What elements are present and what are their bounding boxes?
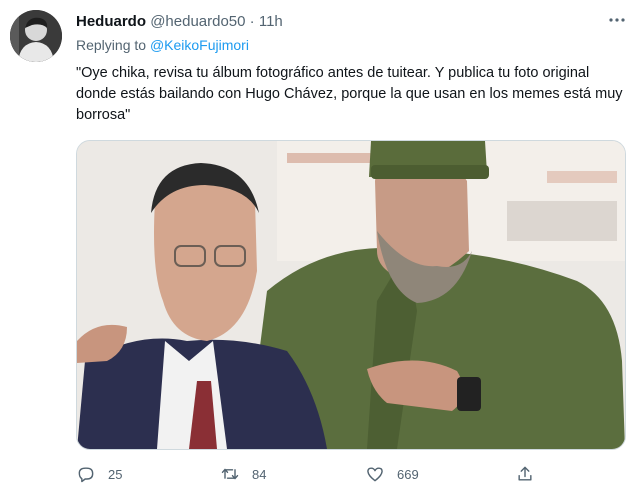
reply-count: 25: [108, 466, 123, 482]
like-icon: [367, 467, 383, 482]
author-handle[interactable]: @heduardo50: [150, 13, 245, 30]
tweet-header: Heduardo @heduardo50 · 11h: [76, 12, 596, 32]
share-icon: [518, 466, 532, 481]
retweet-count: 84: [252, 466, 267, 482]
tweet-time[interactable]: 11h: [259, 13, 283, 30]
avatar[interactable]: [10, 10, 62, 62]
replying-to-label: Replying to: [76, 37, 147, 53]
tweet-photo[interactable]: [76, 140, 626, 450]
tweet-actions: 25 84 669: [76, 462, 626, 486]
retweet-button[interactable]: 84: [220, 462, 266, 486]
replying-to-mention[interactable]: @KeikoFujimori: [150, 37, 249, 53]
more-icon[interactable]: [604, 10, 630, 32]
replying-to: Replying to @KeikoFujimori: [76, 37, 249, 53]
author-name[interactable]: Heduardo: [76, 13, 146, 30]
tweet[interactable]: Heduardo @heduardo50 · 11h Replying to @…: [0, 0, 640, 502]
tweet-text: "Oye chika, revisa tu álbum fotográfico …: [76, 65, 623, 123]
retweet-icon: [221, 468, 239, 480]
like-count: 669: [397, 466, 419, 482]
share-button[interactable]: [515, 462, 535, 486]
reply-button[interactable]: 25: [76, 462, 122, 486]
like-button[interactable]: 669: [365, 462, 419, 486]
reply-icon: [78, 467, 94, 483]
separator: ·: [249, 13, 255, 30]
